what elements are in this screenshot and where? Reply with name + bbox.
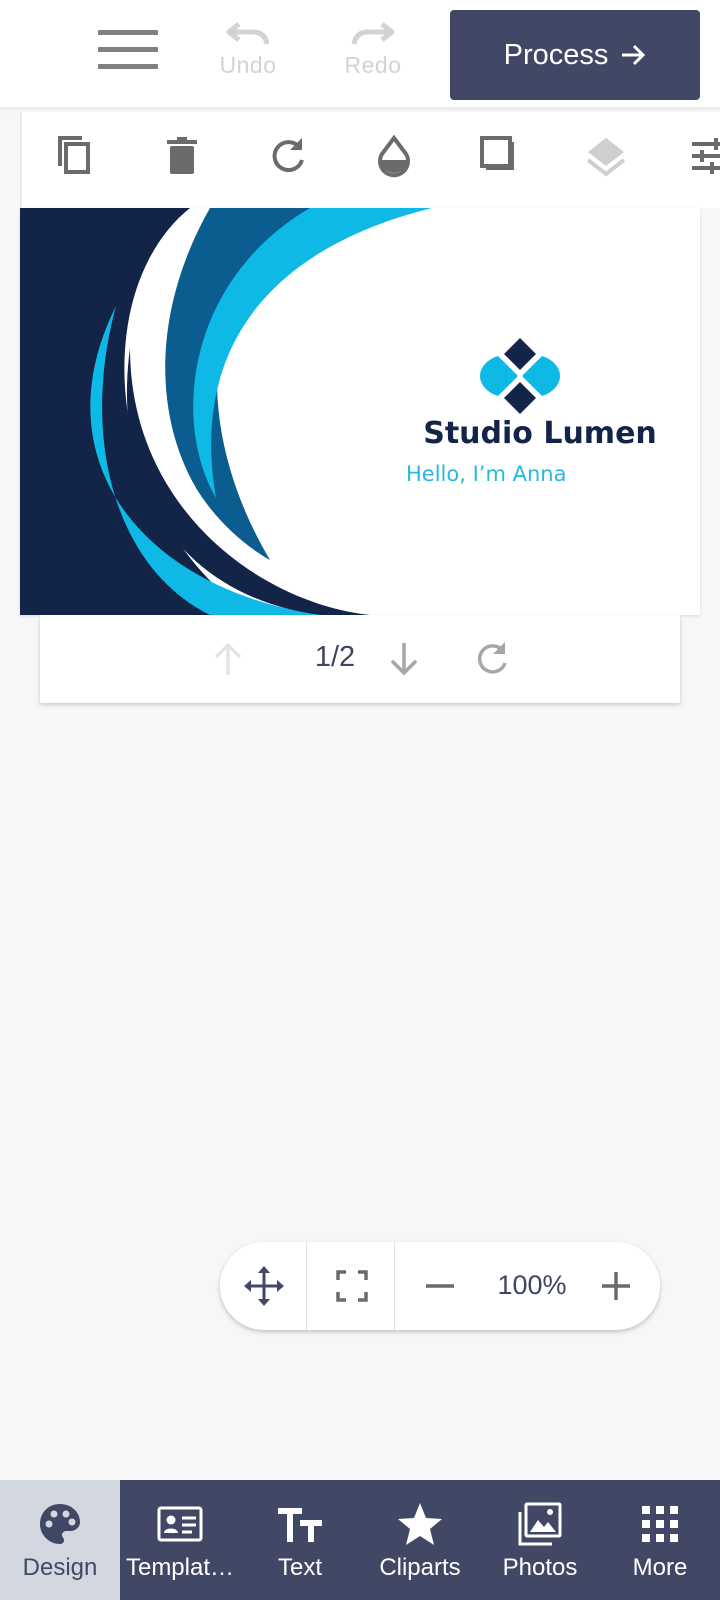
minus-icon [426, 1284, 454, 1288]
shadow-tool-button[interactable] [476, 132, 524, 180]
trash-icon [167, 137, 197, 174]
zoom-control: 100% [220, 1242, 660, 1330]
layers-tool-button[interactable] [582, 132, 630, 180]
arrow-down-icon [390, 643, 418, 676]
move-arrows-icon [244, 1266, 284, 1306]
copy-icon [58, 136, 90, 174]
refresh-icon [477, 642, 507, 674]
design-canvas[interactable]: Studio Lumen Hello, I’m Anna [20, 208, 700, 615]
photos-icon [518, 1502, 562, 1546]
nav-label: Templat… [125, 1554, 235, 1581]
zoom-separator [306, 1242, 307, 1330]
nav-more[interactable]: More [600, 1480, 720, 1600]
hamburger-bar [98, 47, 158, 52]
hamburger-bar [98, 30, 158, 35]
plus-icon [602, 1272, 630, 1300]
opacity-drop-icon [378, 134, 410, 178]
id-card-icon [157, 1506, 203, 1542]
copy-tool-button[interactable] [52, 132, 100, 180]
opacity-tool-button[interactable] [370, 132, 418, 180]
hamburger-bar [98, 64, 158, 69]
redo-label: Redo [344, 52, 402, 78]
undo-icon [226, 22, 270, 45]
zoom-in-button[interactable] [594, 1264, 638, 1308]
arrow-up-icon [214, 642, 242, 675]
nav-label: Design [22, 1554, 98, 1581]
zoom-out-button[interactable] [418, 1264, 462, 1308]
rotate-tool-button[interactable] [264, 132, 312, 180]
card-subtitle[interactable]: Hello, I’m Anna [406, 462, 566, 486]
top-header: Undo Redo Process [0, 0, 720, 107]
rotate-icon [272, 138, 304, 173]
page-refresh-button[interactable] [472, 639, 512, 679]
zoom-level: 100% [497, 1270, 567, 1300]
star-icon [398, 1503, 442, 1545]
grid-icon [642, 1506, 678, 1542]
page-indicator: 1/2 [314, 641, 356, 673]
process-label: Process [503, 38, 609, 71]
nav-label: Cliparts [379, 1554, 461, 1581]
pan-button[interactable] [242, 1264, 286, 1308]
settings-sliders-icon [692, 138, 720, 174]
element-toolbar [20, 112, 720, 208]
card-title[interactable]: Studio Lumen [360, 416, 700, 451]
arrow-right-icon [622, 44, 646, 66]
nav-templates[interactable]: Templat… [120, 1480, 240, 1600]
palette-icon [40, 1504, 80, 1544]
wave-background [20, 208, 700, 615]
fit-screen-button[interactable] [330, 1264, 374, 1308]
redo-icon [351, 22, 395, 45]
nav-cliparts[interactable]: Cliparts [360, 1480, 480, 1600]
nav-label: Text [277, 1554, 322, 1581]
delete-tool-button[interactable] [158, 132, 206, 180]
adjust-tool-button[interactable] [688, 132, 720, 180]
page-navigator: 1/2 [40, 615, 680, 703]
nav-label: Photos [502, 1554, 578, 1581]
fullscreen-icon [336, 1270, 368, 1302]
bottom-navigation: Design Templat… Text Cliparts Photos Mor… [0, 1480, 720, 1600]
logo-mark [480, 338, 560, 414]
nav-label: More [632, 1554, 688, 1581]
shadow-square-icon [480, 136, 514, 170]
undo-label: Undo [219, 52, 277, 78]
page-up-button[interactable] [208, 639, 248, 679]
page-down-button[interactable] [384, 639, 424, 679]
undo-button[interactable]: Undo [208, 18, 288, 98]
text-tt-icon [278, 1508, 322, 1542]
nav-design[interactable]: Design [0, 1480, 120, 1600]
layers-icon [586, 138, 626, 177]
redo-button[interactable]: Redo [333, 18, 413, 98]
zoom-separator [394, 1242, 395, 1330]
process-button[interactable]: Process [450, 10, 700, 100]
nav-text[interactable]: Text [240, 1480, 360, 1600]
hamburger-menu-button[interactable] [98, 30, 160, 76]
nav-photos[interactable]: Photos [480, 1480, 600, 1600]
